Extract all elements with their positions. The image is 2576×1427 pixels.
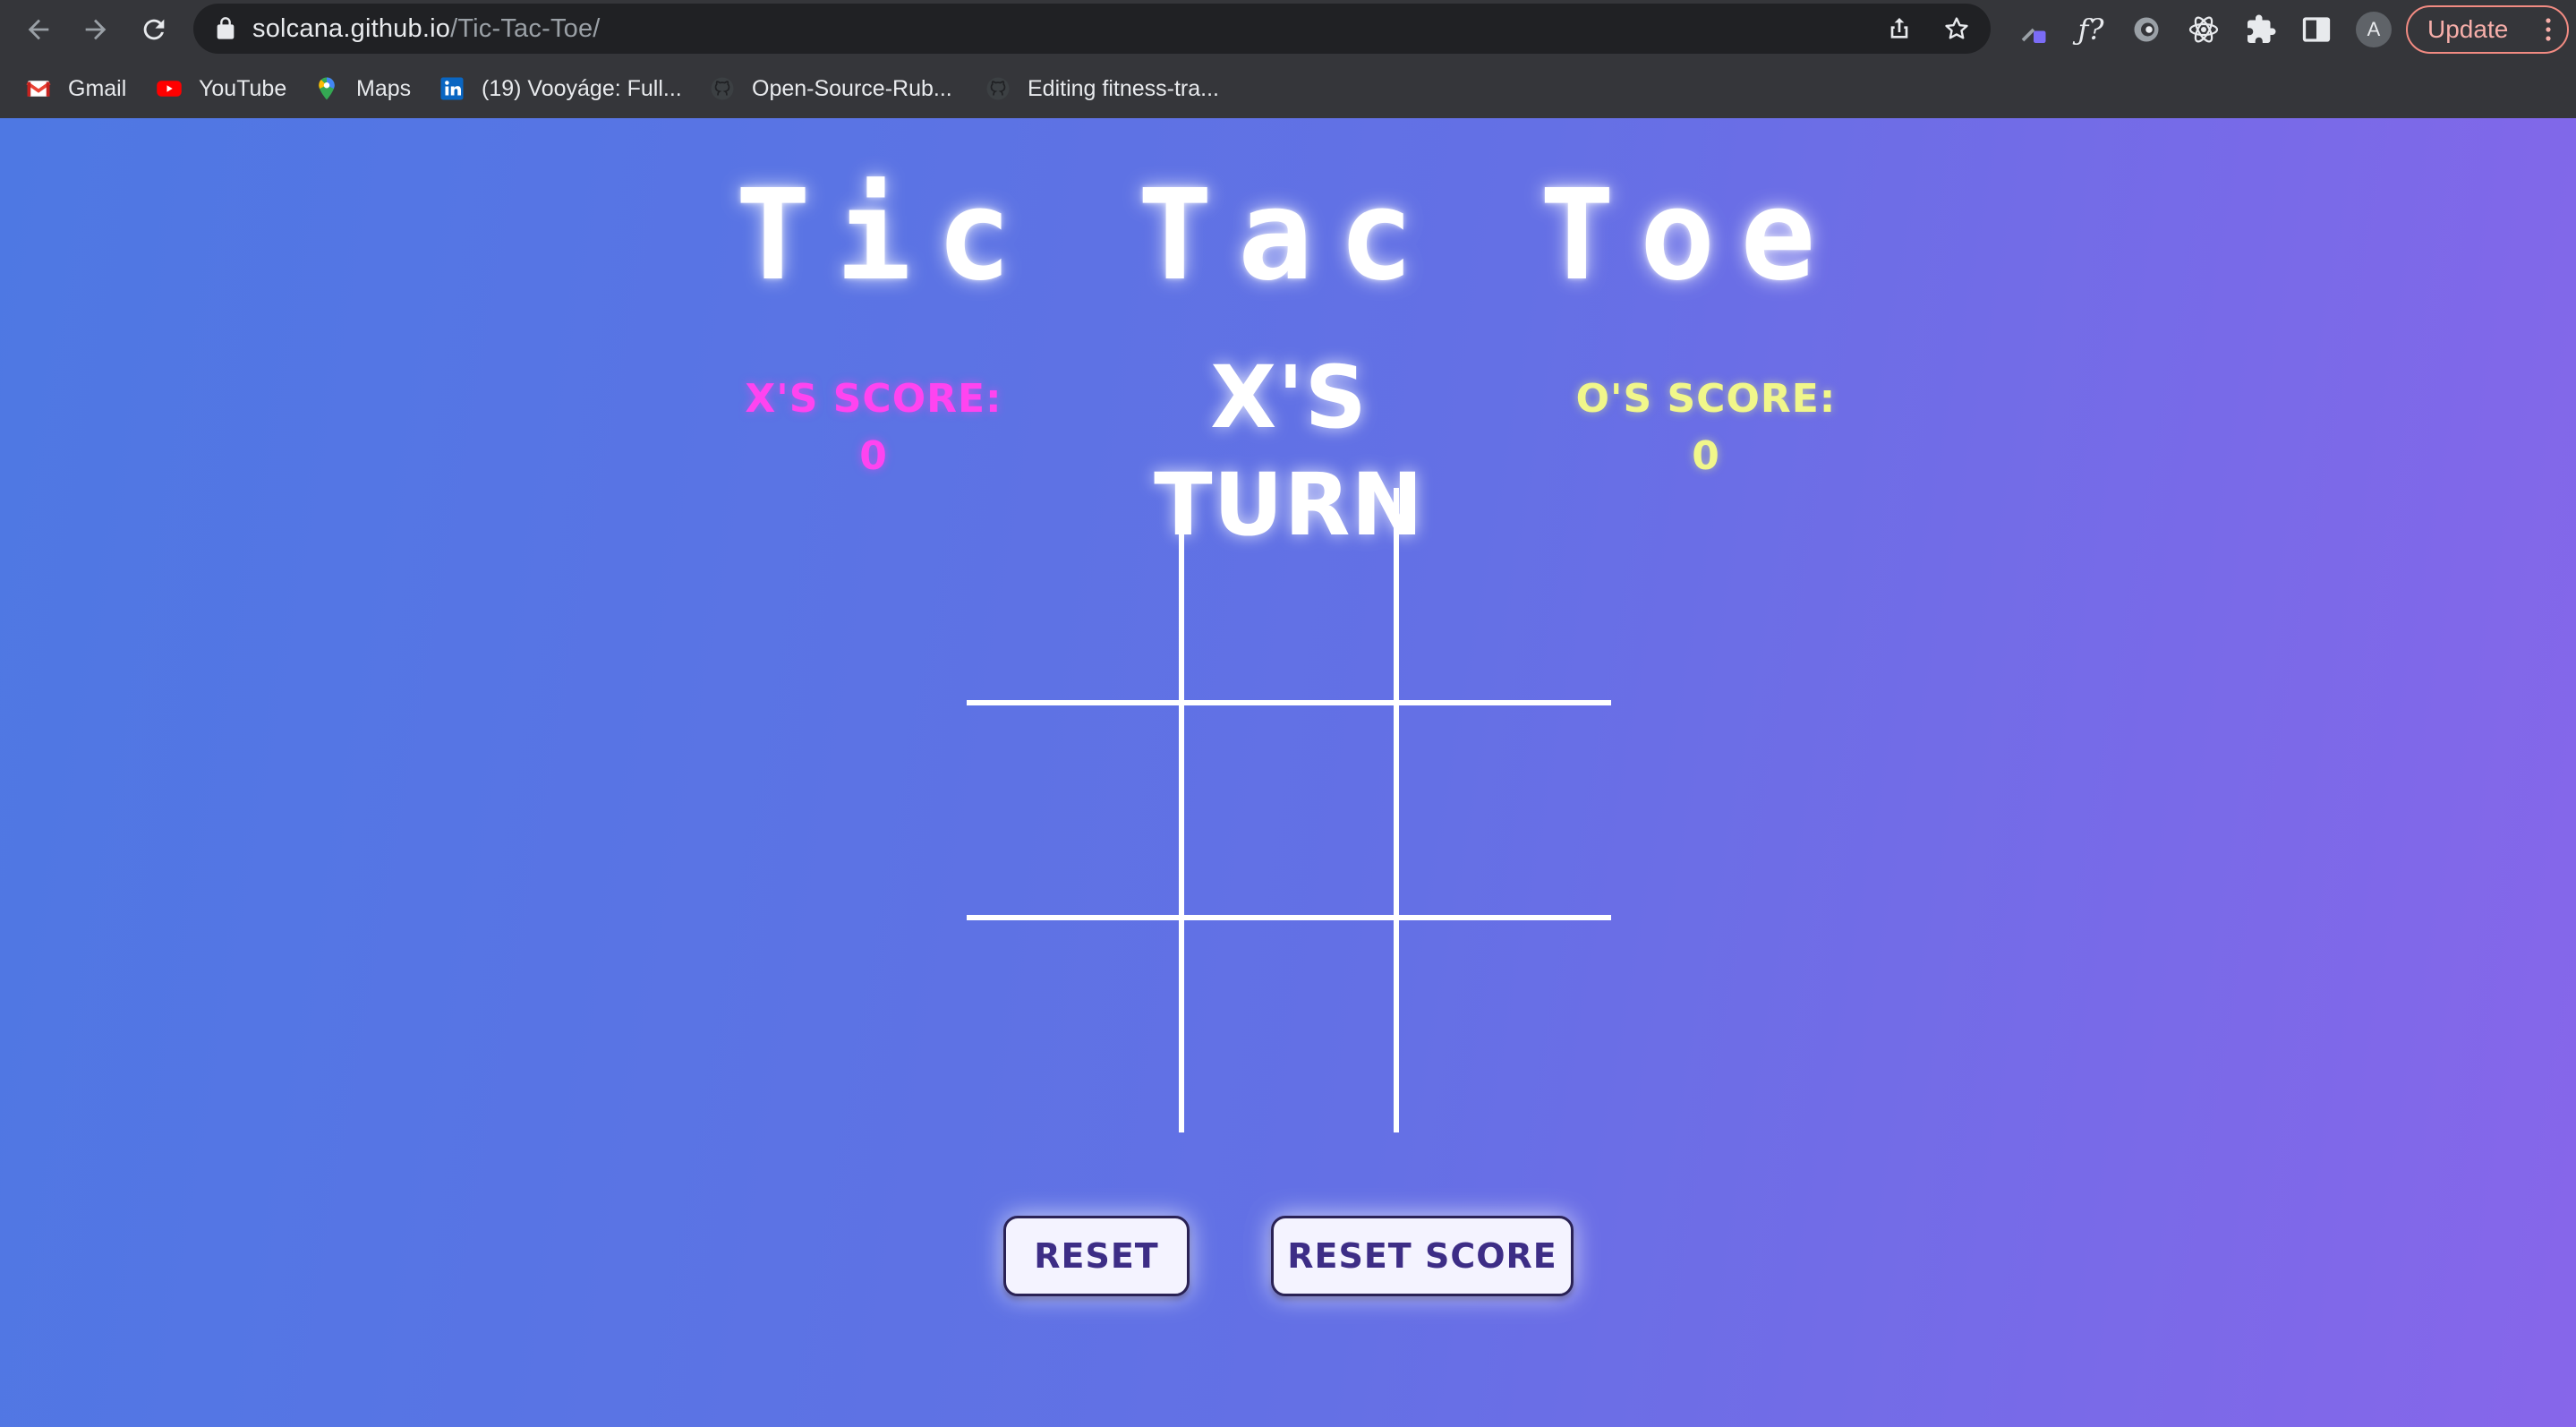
board-cell-7[interactable] [967, 918, 1181, 1132]
game-page: Tic Tac Toe X'S SCORE: 0 X'S TURN O'S SC… [0, 118, 2576, 1427]
reset-score-button[interactable]: RESET SCORE [1271, 1216, 1574, 1296]
board-cell-2[interactable] [1181, 488, 1396, 703]
bookmark-linkedin[interactable]: (19) Vooyáge: Full... [439, 70, 682, 107]
bookmark-label: (19) Vooyáge: Full... [482, 75, 682, 101]
eyedropper-icon [2021, 28, 2046, 43]
board-cell-4[interactable] [967, 703, 1181, 918]
bookmark-editing-fitness[interactable]: Editing fitness-tra... [985, 70, 1219, 107]
update-button[interactable]: Update [2406, 5, 2569, 54]
grid-line-horizontal-2 [967, 915, 1611, 920]
forward-button[interactable] [74, 8, 117, 51]
url-path: /Tic-Tac-Toe/ [450, 14, 601, 43]
grid-line-vertical-2 [1394, 488, 1399, 1132]
bookmark-gmail[interactable]: Gmail [25, 70, 126, 107]
puzzle-icon [2248, 14, 2276, 43]
extension-color-picker[interactable] [2016, 12, 2051, 47]
maps-icon [313, 75, 340, 102]
share-icon [1890, 18, 1908, 38]
linkedin-icon [439, 75, 465, 102]
extension-react-devtools[interactable] [2186, 12, 2222, 47]
bookmarks-bar: Gmail YouTube Maps (19) Vooyáge: Full...… [0, 59, 2576, 118]
grid-line-horizontal-1 [967, 700, 1611, 705]
bookmark-youtube[interactable]: YouTube [156, 70, 286, 107]
page-title: Tic Tac Toe [735, 163, 1841, 309]
side-panel-button[interactable] [2299, 12, 2334, 47]
url-host: solcana.github.io [252, 14, 451, 43]
x-score: X'S SCORE: 0 [745, 376, 1002, 479]
share-button[interactable] [1885, 14, 1914, 43]
github-icon [985, 75, 1011, 102]
update-label: Update [2427, 15, 2509, 43]
lock-icon [217, 17, 235, 39]
grid-line-vertical-1 [1179, 488, 1184, 1132]
extension-formula[interactable]: ƒ? [2073, 12, 2109, 47]
o-score: O'S SCORE: 0 [1575, 376, 1837, 479]
profile-avatar[interactable]: A [2356, 12, 2392, 47]
arrow-right-icon [85, 19, 107, 40]
back-button[interactable] [17, 8, 60, 51]
board-cell-3[interactable] [1396, 488, 1611, 703]
bookmark-star-button[interactable] [1942, 14, 1971, 43]
bookmark-label: Editing fitness-tra... [1028, 75, 1219, 101]
board-cell-9[interactable] [1396, 918, 1611, 1132]
address-bar[interactable]: solcana.github.io/Tic-Tac-Toe/ [193, 4, 1991, 54]
browser-chrome: solcana.github.io/Tic-Tac-Toe/ ƒ? A Upda… [0, 0, 2576, 118]
gmail-icon [25, 75, 52, 102]
loop-icon [2134, 17, 2159, 42]
side-panel-icon [2302, 17, 2331, 42]
bookmark-label: Gmail [68, 75, 127, 101]
bookmark-label: YouTube [199, 75, 287, 101]
game-board [967, 488, 1611, 1132]
reload-button[interactable] [132, 8, 175, 51]
board-cell-8[interactable] [1181, 918, 1396, 1132]
bookmark-label: Open-Source-Rub... [752, 75, 952, 101]
board-cell-6[interactable] [1396, 703, 1611, 918]
more-vertical-icon [2546, 18, 2551, 41]
reset-button[interactable]: RESET [1003, 1216, 1190, 1296]
reload-icon [143, 19, 165, 40]
url-text[interactable]: solcana.github.io/Tic-Tac-Toe/ [252, 4, 601, 54]
board-cell-1[interactable] [967, 488, 1181, 703]
browser-toolbar: solcana.github.io/Tic-Tac-Toe/ ƒ? A Upda… [0, 0, 2576, 59]
board-cell-5[interactable] [1181, 703, 1396, 918]
github-icon [709, 75, 736, 102]
extension-loop[interactable] [2128, 12, 2164, 47]
arrow-left-icon [28, 19, 49, 40]
bookmark-open-source-rub[interactable]: Open-Source-Rub... [709, 70, 952, 107]
react-atom-icon [2188, 16, 2219, 43]
youtube-icon [156, 75, 183, 102]
star-icon [1945, 17, 1968, 39]
extensions-menu-button[interactable] [2243, 12, 2279, 47]
bookmark-maps[interactable]: Maps [313, 70, 411, 107]
bookmark-label: Maps [356, 75, 412, 101]
